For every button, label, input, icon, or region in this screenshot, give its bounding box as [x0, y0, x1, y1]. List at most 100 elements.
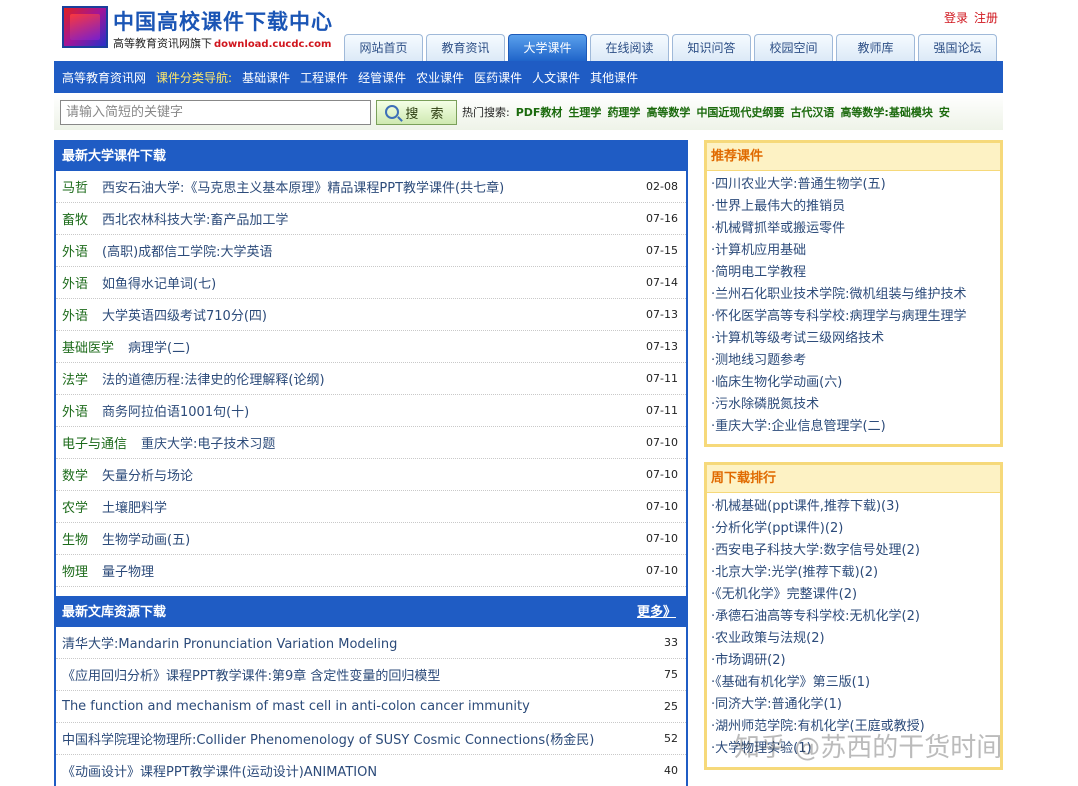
recommended-item-link[interactable]: ·兰州石化职业技术学院:微机组装与维护技术	[711, 284, 1000, 306]
tab-university-courseware[interactable]: 大学课件	[508, 34, 587, 61]
weekly-rank-item-link[interactable]: ·《基础有机化学》第三版(1)	[711, 672, 1000, 694]
weekly-rank-item-link[interactable]: ·同济大学:普通化学(1)	[711, 694, 1000, 716]
course-title-link[interactable]: 土壤肥料学	[102, 497, 167, 516]
more-link[interactable]: 更多》	[637, 598, 676, 627]
course-date: 07-14	[646, 276, 678, 289]
cat-humanities[interactable]: 人文课件	[532, 69, 580, 86]
weekly-rank-item-link[interactable]: ·西安电子科技大学:数字信号处理(2)	[711, 540, 1000, 562]
recommended-item-link[interactable]: ·污水除磷脱氮技术	[711, 394, 1000, 416]
library-title-link[interactable]: 清华大学:Mandarin Pronunciation Variation Mo…	[62, 633, 397, 652]
hot-search-item[interactable]: 中国近现代史纲要	[696, 104, 784, 120]
recommended-item-link[interactable]: ·怀化医学高等专科学校:病理学与病理生理学	[711, 306, 1000, 328]
course-category-link[interactable]: 外语	[62, 401, 88, 420]
recommended-item-link[interactable]: ·四川农业大学:普通生物学(五)	[711, 174, 1000, 196]
library-title-link[interactable]: 中国科学院理论物理所:Collider Phenomenology of SUS…	[62, 729, 594, 748]
library-count: 52	[664, 732, 678, 745]
recommended-item-link[interactable]: ·机械臂抓举或搬运零件	[711, 218, 1000, 240]
course-date: 07-11	[646, 404, 678, 417]
course-row: 基础医学 病理学(二) 07-13	[56, 331, 686, 363]
hot-search-item[interactable]: 古代汉语	[790, 104, 834, 120]
course-category-link[interactable]: 外语	[62, 273, 88, 292]
course-row: 电子与通信 重庆大学:电子技术习题 07-10	[56, 427, 686, 459]
register-link[interactable]: 注册	[974, 11, 998, 25]
tab-teacher-library[interactable]: 教师库	[836, 34, 915, 61]
course-category-link[interactable]: 外语	[62, 305, 88, 324]
tab-home[interactable]: 网站首页	[344, 34, 423, 61]
cat-medicine[interactable]: 医药课件	[474, 69, 522, 86]
library-title-link[interactable]: The function and mechanism of mast cell …	[62, 699, 530, 714]
course-category-link[interactable]: 电子与通信	[62, 433, 127, 452]
recommended-item-link[interactable]: ·重庆大学:企业信息管理学(二)	[711, 416, 1000, 438]
tab-knowledge-qa[interactable]: 知识问答	[672, 34, 751, 61]
cat-economics[interactable]: 经管课件	[358, 69, 406, 86]
tab-education-news[interactable]: 教育资讯	[426, 34, 505, 61]
login-link[interactable]: 登录	[944, 11, 968, 25]
weekly-rank-item-link[interactable]: ·分析化学(ppt课件)(2)	[711, 518, 1000, 540]
weekly-rank-item-link[interactable]: ·市场调研(2)	[711, 650, 1000, 672]
recommended-item-link[interactable]: ·测地线习题参考	[711, 350, 1000, 372]
course-category-link[interactable]: 外语	[62, 241, 88, 260]
course-row: 畜牧 西北农林科技大学:畜产品加工学 07-16	[56, 203, 686, 235]
cat-agriculture[interactable]: 农业课件	[416, 69, 464, 86]
search-button[interactable]: 搜 索	[376, 99, 457, 125]
weekly-rank-item-link[interactable]: ·农业政策与法规(2)	[711, 628, 1000, 650]
library-count: 75	[664, 668, 678, 681]
course-title-link[interactable]: 西安石油大学:《马克思主义基本原理》精品课程PPT教学课件(共七章)	[102, 177, 504, 196]
course-category-link[interactable]: 基础医学	[62, 337, 114, 356]
course-title-link[interactable]: 量子物理	[102, 561, 154, 580]
course-category-link[interactable]: 数学	[62, 465, 88, 484]
recommended-item-link[interactable]: ·计算机应用基础	[711, 240, 1000, 262]
course-row: 马哲 西安石油大学:《马克思主义基本原理》精品课程PPT教学课件(共七章) 02-0…	[56, 171, 686, 203]
course-category-link[interactable]: 马哲	[62, 177, 88, 196]
hot-search-item[interactable]: 生理学	[568, 104, 601, 120]
course-title-link[interactable]: 大学英语四级考试710分(四)	[102, 305, 267, 324]
weekly-rank-item-link[interactable]: ·《无机化学》完整课件(2)	[711, 584, 1000, 606]
cat-basic[interactable]: 基础课件	[242, 69, 290, 86]
course-row: 外语 大学英语四级考试710分(四) 07-13	[56, 299, 686, 331]
site-logo[interactable]	[62, 6, 108, 48]
recommended-list: ·四川农业大学:普通生物学(五) ·世界上最伟大的推销员 ·机械臂抓举或搬运零件 ·计…	[707, 171, 1000, 438]
recommended-item-link[interactable]: ·计算机等级考试三级网络技术	[711, 328, 1000, 350]
tab-campus-space[interactable]: 校园空间	[754, 34, 833, 61]
hot-search-item[interactable]: 药理学	[607, 104, 640, 120]
library-title-link[interactable]: 《应用回归分析》课程PPT教学课件:第9章 含定性变量的回归模型	[62, 665, 440, 684]
course-title-link[interactable]: 法的道德历程:法律史的伦理解释(论纲)	[102, 369, 325, 388]
course-title-link[interactable]: 病理学(二)	[128, 337, 190, 356]
course-category-link[interactable]: 物理	[62, 561, 88, 580]
course-title-link[interactable]: 商务阿拉伯语1001句(十)	[102, 401, 249, 420]
course-date: 07-10	[646, 500, 678, 513]
tab-online-reading[interactable]: 在线阅读	[590, 34, 669, 61]
site-title[interactable]: 中国高校课件下载中心	[113, 6, 333, 36]
hot-search-item[interactable]: 高等数学	[646, 104, 690, 120]
course-category-link[interactable]: 畜牧	[62, 209, 88, 228]
course-date: 07-10	[646, 564, 678, 577]
recommended-item-link[interactable]: ·临床生物化学动画(六)	[711, 372, 1000, 394]
cat-other[interactable]: 其他课件	[590, 69, 638, 86]
hot-search-list: PDF教材 生理学 药理学 高等数学 中国近现代史纲要 古代汉语 高等数学:基础…	[510, 104, 1000, 120]
weekly-rank-item-link[interactable]: ·承德石油高等专科学校:无机化学(2)	[711, 606, 1000, 628]
latest-courses-panel: 最新大学课件下载 马哲 西安石油大学:《马克思主义基本原理》精品课程PPT教学课件…	[54, 140, 688, 598]
course-category-link[interactable]: 生物	[62, 529, 88, 548]
hot-search-item[interactable]: 安	[939, 104, 950, 120]
search-input[interactable]	[60, 99, 371, 125]
library-count: 25	[664, 700, 678, 713]
library-title-link[interactable]: 《动画设计》课程PPT教学课件(运动设计)ANIMATION	[62, 761, 377, 780]
course-category-link[interactable]: 法学	[62, 369, 88, 388]
hot-search-item[interactable]: PDF教材	[516, 104, 563, 120]
recommended-item-link[interactable]: ·世界上最伟大的推销员	[711, 196, 1000, 218]
weekly-rank-item-link[interactable]: ·北京大学:光学(推荐下载)(2)	[711, 562, 1000, 584]
cat-bar-site-link[interactable]: 高等教育资讯网	[62, 69, 146, 86]
weekly-rank-item-link[interactable]: ·机械基础(ppt课件,推荐下载)(3)	[711, 496, 1000, 518]
course-title-link[interactable]: 矢量分析与场论	[102, 465, 193, 484]
course-category-link[interactable]: 农学	[62, 497, 88, 516]
course-row: 外语 如鱼得水记单词(七) 07-14	[56, 267, 686, 299]
recommended-item-link[interactable]: ·简明电工学教程	[711, 262, 1000, 284]
course-title-link[interactable]: 重庆大学:电子技术习题	[141, 433, 275, 452]
cat-engineering[interactable]: 工程课件	[300, 69, 348, 86]
hot-search-item[interactable]: 高等数学:基础模块	[840, 104, 932, 120]
course-title-link[interactable]: 如鱼得水记单词(七)	[102, 273, 216, 292]
course-title-link[interactable]: 西北农林科技大学:畜产品加工学	[102, 209, 288, 228]
course-title-link[interactable]: (高职)成都信工学院:大学英语	[102, 241, 273, 260]
tab-forum[interactable]: 强国论坛	[918, 34, 997, 61]
course-title-link[interactable]: 生物学动画(五)	[102, 529, 190, 548]
